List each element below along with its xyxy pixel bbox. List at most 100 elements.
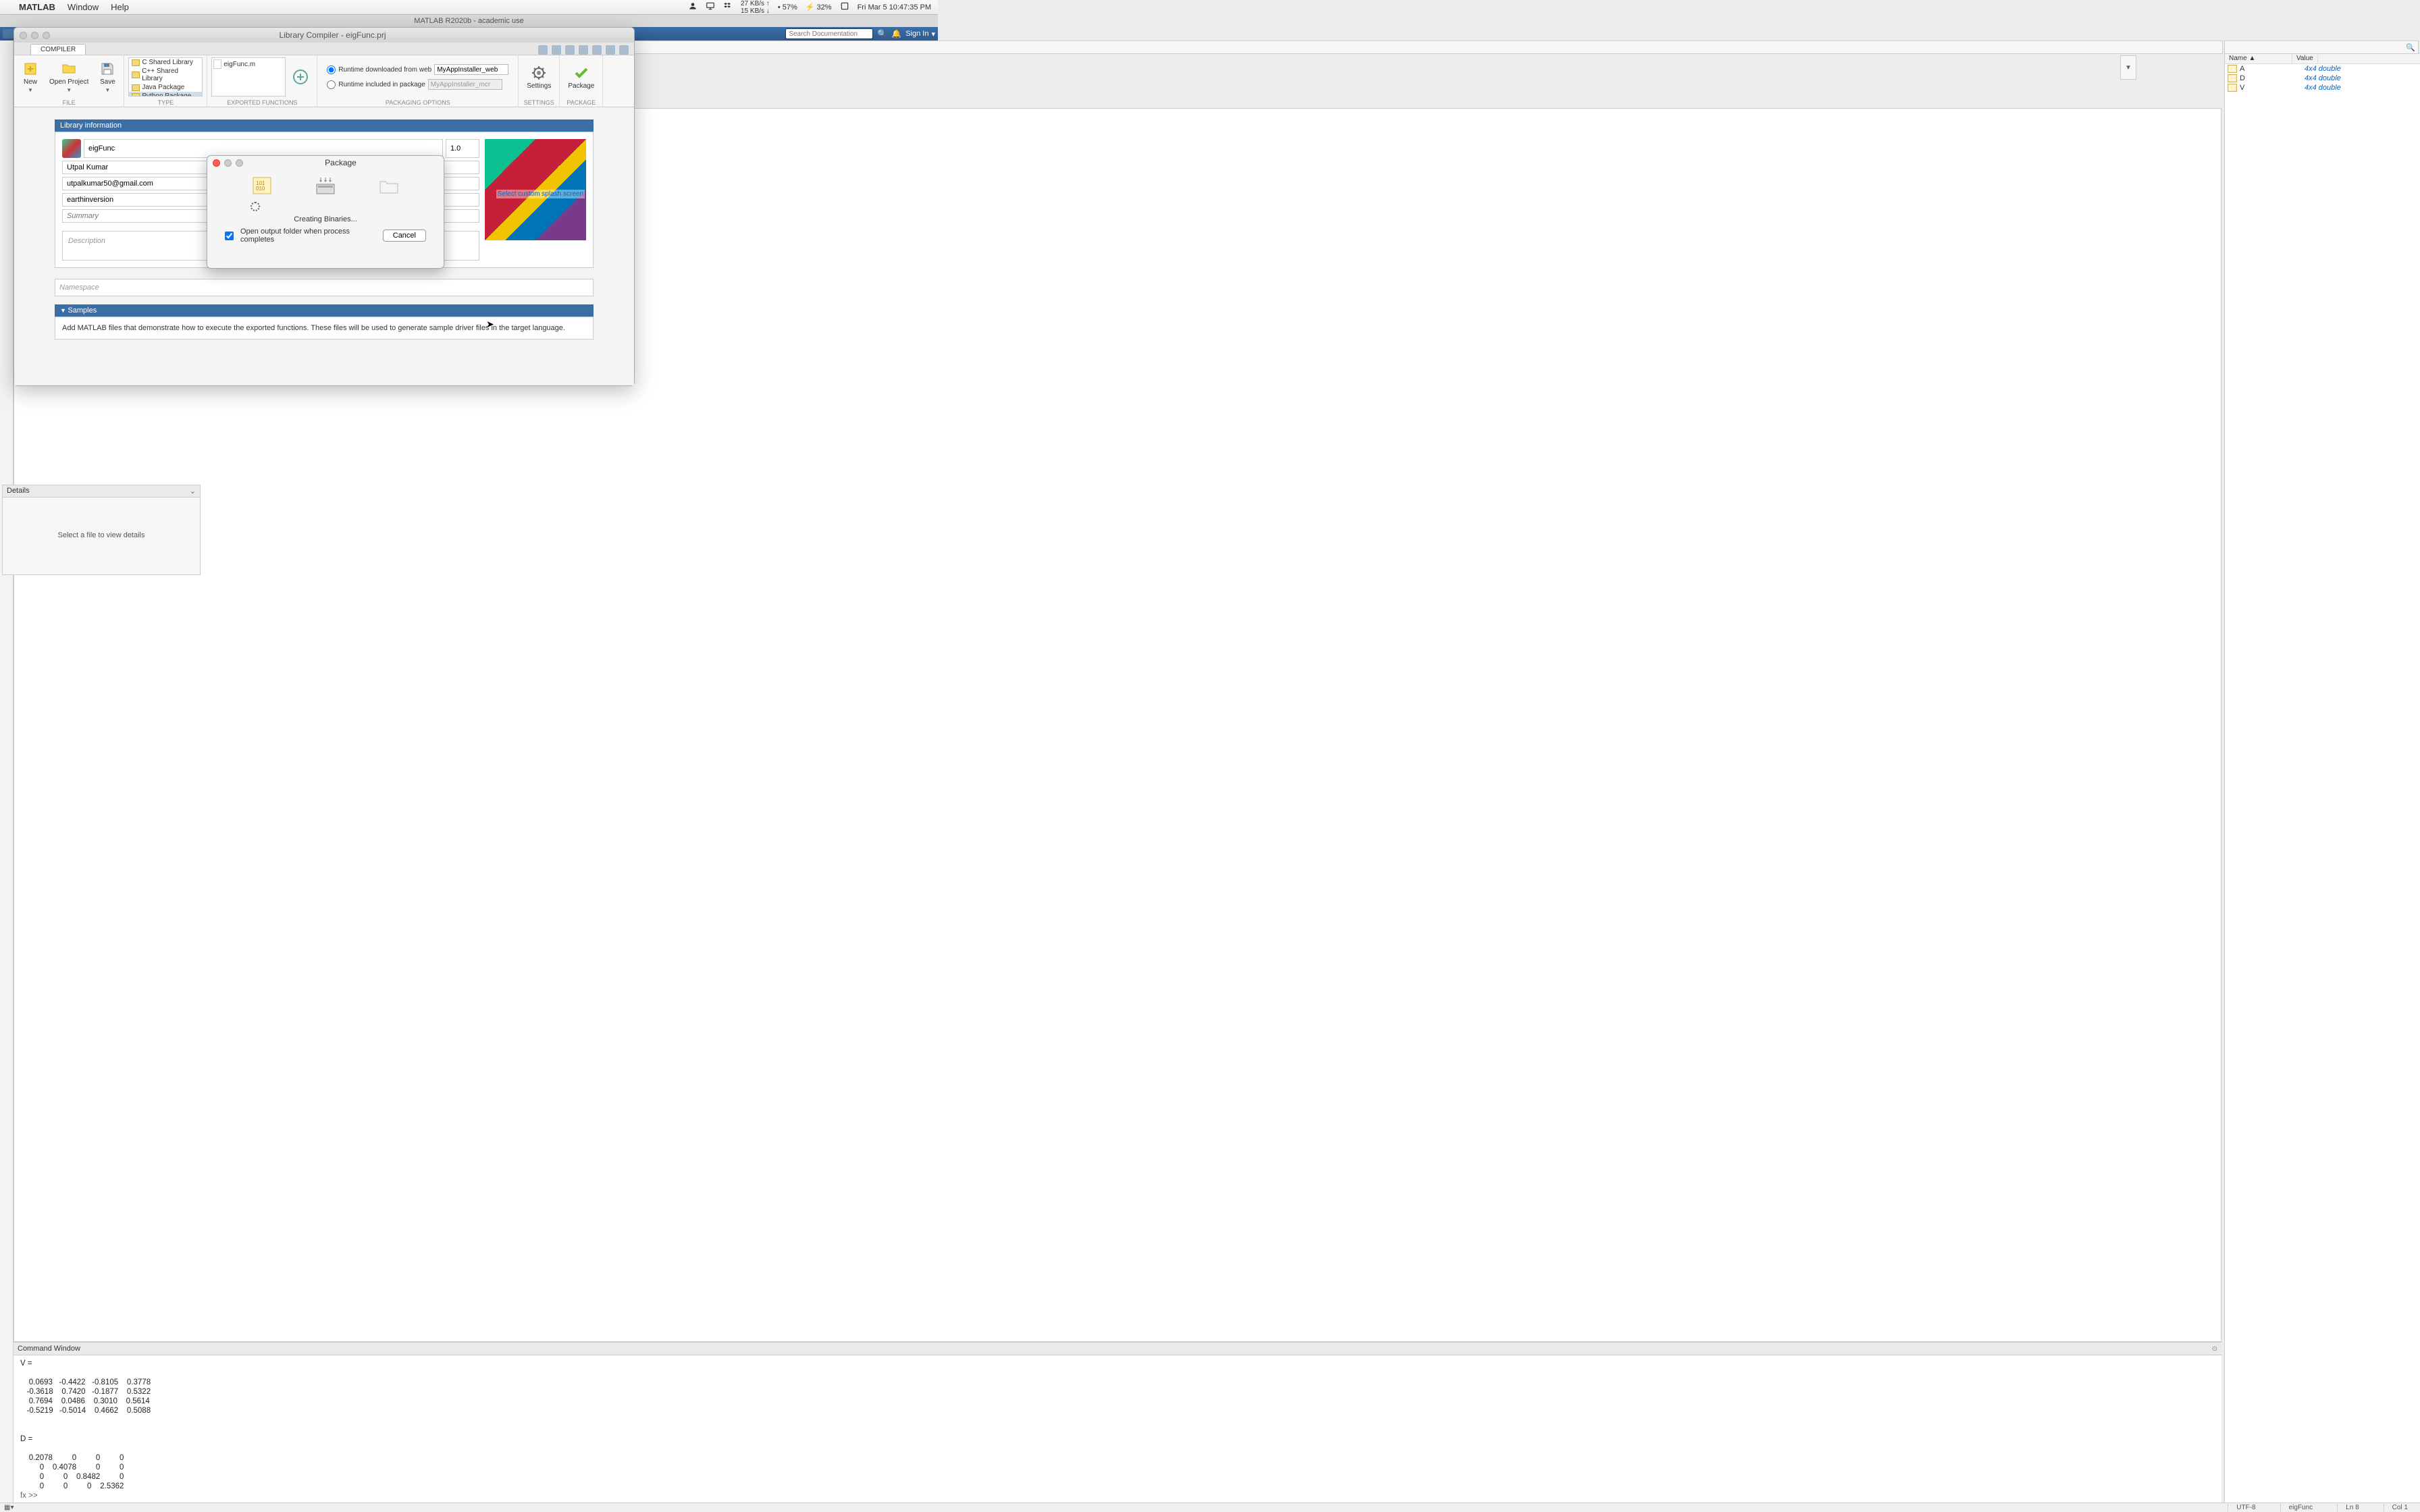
- installer-icon: [314, 176, 337, 195]
- mfile-icon: [213, 59, 221, 69]
- search-icon[interactable]: 🔍: [877, 29, 887, 38]
- type-cpp-shared[interactable]: C++ Shared Library: [129, 67, 202, 83]
- new-button[interactable]: New ▼: [18, 59, 43, 94]
- version-input[interactable]: [446, 139, 479, 158]
- tb-more-icon[interactable]: [619, 45, 629, 55]
- sign-in-link[interactable]: Sign In ▾: [905, 30, 935, 38]
- command-window-title: Command Window ⊙: [14, 1343, 2221, 1355]
- status-line[interactable]: Ln 8: [2337, 1504, 2367, 1511]
- package-button[interactable]: Package: [564, 63, 598, 91]
- settings-button[interactable]: Settings: [523, 63, 555, 91]
- minimize-icon: [224, 159, 232, 167]
- status-function[interactable]: eigFunc: [2280, 1504, 2321, 1511]
- status-col[interactable]: Col 1: [2384, 1504, 2416, 1511]
- istat-icon[interactable]: 27 KB/s ↑ 15 KB/s ↓: [741, 0, 770, 15]
- tb-help-icon[interactable]: [606, 45, 615, 55]
- details-message: Select a file to view details: [3, 497, 200, 539]
- save-icon[interactable]: [3, 29, 14, 38]
- new-icon: [22, 61, 38, 77]
- compiler-ribbon: New ▼ Open Project ▼ Save ▼: [14, 55, 634, 107]
- workspace-row[interactable]: A 4x4 double: [2225, 64, 2420, 74]
- dropbox-icon[interactable]: [723, 1, 733, 13]
- details-header[interactable]: Details ⌄: [3, 485, 200, 497]
- command-window-content[interactable]: V = 0.0693 -0.4422 -0.8105 0.3778 -0.361…: [14, 1355, 2221, 1503]
- plus-icon: [292, 69, 309, 85]
- toolstrip-dropdown[interactable]: ▼: [2120, 55, 2136, 80]
- tb-cut-icon[interactable]: [552, 45, 561, 55]
- variable-icon: [2228, 65, 2237, 73]
- package-status: Creating Binaries...: [294, 215, 357, 223]
- cancel-button[interactable]: Cancel: [383, 230, 426, 242]
- display-icon[interactable]: [706, 1, 715, 13]
- folder-open-icon: [61, 61, 77, 77]
- search-documentation-input[interactable]: [785, 28, 873, 39]
- samples-header[interactable]: Samples: [55, 304, 594, 317]
- exported-file[interactable]: eigFunc.m: [213, 59, 284, 69]
- workspace-row[interactable]: D 4x4 double: [2225, 74, 2420, 83]
- user-icon[interactable]: [688, 1, 698, 13]
- splash-screen-picker[interactable]: Select custom splash screen: [485, 139, 586, 240]
- tb-print-icon[interactable]: [592, 45, 602, 55]
- library-type-list[interactable]: C Shared Library C++ Shared Library Java…: [128, 57, 203, 97]
- folder-icon: [377, 176, 400, 195]
- samples-box: Add MATLAB files that demonstrate how to…: [55, 317, 594, 340]
- spinner-icon: [251, 202, 260, 211]
- tab-compiler[interactable]: COMPILER: [30, 44, 86, 55]
- minimize-icon[interactable]: [31, 32, 38, 39]
- save-button[interactable]: Save ▼: [95, 59, 120, 94]
- tb-paste-icon[interactable]: [579, 45, 588, 55]
- command-window-panel: Command Window ⊙ V = 0.0693 -0.4422 -0.8…: [14, 1342, 2221, 1503]
- package-stage-icons: 101010: [251, 176, 400, 195]
- runtime-included-radio[interactable]: Runtime included in package: [327, 79, 508, 90]
- traffic-lights: [20, 32, 50, 39]
- workspace-row[interactable]: V 4x4 double: [2225, 83, 2420, 92]
- save-icon: [99, 61, 115, 77]
- runtime-web-radio[interactable]: Runtime downloaded from web: [327, 64, 508, 75]
- open-output-checkbox[interactable]: [225, 232, 234, 240]
- add-exported-button[interactable]: [288, 68, 313, 86]
- installer-web-name[interactable]: [434, 64, 508, 75]
- library-info-header: Library information: [55, 119, 594, 132]
- menu-window[interactable]: Window: [68, 2, 99, 12]
- binary-icon: 101010: [251, 176, 273, 195]
- open-project-button[interactable]: Open Project ▼: [45, 59, 93, 94]
- menu-help[interactable]: Help: [111, 2, 129, 12]
- close-icon[interactable]: [20, 32, 27, 39]
- close-icon[interactable]: [213, 159, 220, 167]
- maximize-icon: [236, 159, 243, 167]
- mouse-cursor: ➤: [486, 319, 494, 330]
- battery-bolt-icon[interactable]: ⚡ 32%: [806, 3, 832, 11]
- menubar-clock[interactable]: Fri Mar 5 10:47:35 PM: [858, 3, 931, 11]
- packaging-options: Runtime downloaded from web Runtime incl…: [321, 61, 514, 92]
- type-java[interactable]: Java Package: [129, 83, 202, 92]
- package-dialog-titlebar[interactable]: Package: [207, 156, 444, 169]
- app-name[interactable]: MATLAB: [19, 2, 55, 12]
- status-encoding[interactable]: UTF-8: [2228, 1504, 2263, 1511]
- current-folder-collapsed[interactable]: [0, 40, 14, 1503]
- maximize-icon[interactable]: [43, 32, 50, 39]
- variable-icon: [2228, 74, 2237, 82]
- collapse-icon[interactable]: ⊙: [2212, 1345, 2217, 1353]
- mac-menubar: MATLAB Window Help 27 KB/s ↑ 15 KB/s ↓ •…: [0, 0, 938, 15]
- workspace-header[interactable]: Name ▲ Value: [2225, 53, 2420, 64]
- battery1-icon[interactable]: • 57%: [778, 3, 797, 11]
- type-python[interactable]: Python Package: [129, 92, 202, 97]
- compiler-tabbar: COMPILER: [14, 43, 634, 55]
- type-c-shared[interactable]: C Shared Library: [129, 58, 202, 67]
- compiler-titlebar[interactable]: Library Compiler - eigFunc.prj: [14, 28, 634, 43]
- check-icon: [573, 65, 589, 81]
- chevron-down-icon[interactable]: ⌄: [190, 487, 196, 495]
- namespace-input[interactable]: Namespace: [55, 279, 594, 296]
- matlab-window-title: MATLAB R2020b - academic use: [0, 15, 938, 27]
- workspace-panel: Workspace ⊙ Name ▲ Value A 4x4 double D …: [2224, 40, 2420, 1503]
- tb-undo-icon[interactable]: [538, 45, 548, 55]
- bell-icon[interactable]: 🔔: [891, 29, 901, 38]
- tb-copy-icon[interactable]: [565, 45, 575, 55]
- tools-icon[interactable]: [840, 1, 849, 13]
- svg-text:010: 010: [256, 186, 265, 192]
- workspace-top-toolbar: 🔍: [2224, 40, 2419, 54]
- package-dialog: Package 101010 Creating Binaries... Open…: [207, 155, 444, 269]
- search-workspace-icon[interactable]: 🔍: [2406, 43, 2415, 52]
- exported-functions-box[interactable]: eigFunc.m: [211, 57, 286, 97]
- app-icon[interactable]: [62, 139, 81, 158]
